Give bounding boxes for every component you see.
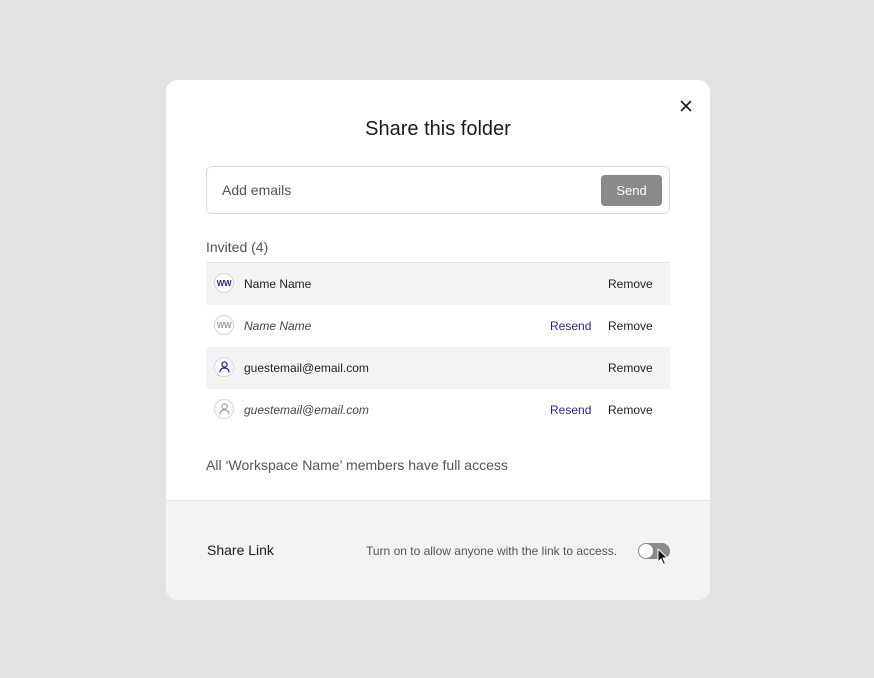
invited-row: guestemail@email.com Resend Remove	[206, 389, 670, 431]
user-icon	[218, 403, 230, 415]
invited-row: WW Name Name Remove	[206, 263, 670, 305]
remove-button[interactable]: Remove	[608, 347, 653, 389]
avatar	[214, 399, 234, 419]
avatar: WW	[214, 315, 234, 335]
invitee-email: guestemail@email.com	[244, 403, 369, 417]
avatar	[214, 357, 234, 377]
close-button[interactable]	[676, 96, 696, 116]
toggle-knob	[639, 544, 653, 558]
invitee-name: Name Name	[244, 277, 312, 291]
remove-button[interactable]: Remove	[608, 389, 653, 431]
invited-list: WW Name Name Remove WW Name Name Resend …	[206, 262, 670, 431]
modal-title: Share this folder	[365, 118, 511, 140]
share-link-description: Turn on to allow anyone with the link to…	[366, 544, 618, 558]
add-emails-input[interactable]	[222, 167, 582, 213]
remove-button[interactable]: Remove	[608, 263, 653, 305]
invited-row: guestemail@email.com Remove	[206, 347, 670, 389]
invitee-email: guestemail@email.com	[244, 361, 369, 375]
add-emails-field: Send	[206, 166, 670, 214]
avatar: WW	[214, 273, 234, 293]
resend-button[interactable]: Resend	[550, 389, 591, 431]
close-icon	[680, 100, 692, 112]
user-icon	[218, 361, 230, 373]
invited-row: WW Name Name Resend Remove	[206, 305, 670, 347]
invitee-name: Name Name	[244, 319, 312, 333]
workspace-access-note: All ‘Workspace Name’ members have full a…	[206, 457, 508, 473]
share-folder-modal: Share this folder Send Invited (4) WW Na…	[166, 80, 710, 600]
send-button[interactable]: Send	[601, 175, 662, 206]
invited-count-label: Invited (4)	[206, 239, 269, 255]
share-link-footer: Share Link Turn on to allow anyone with …	[166, 500, 710, 600]
share-link-label: Share Link	[207, 542, 274, 558]
resend-button[interactable]: Resend	[550, 305, 591, 347]
remove-button[interactable]: Remove	[608, 305, 653, 347]
mouse-pointer-icon	[657, 548, 668, 565]
